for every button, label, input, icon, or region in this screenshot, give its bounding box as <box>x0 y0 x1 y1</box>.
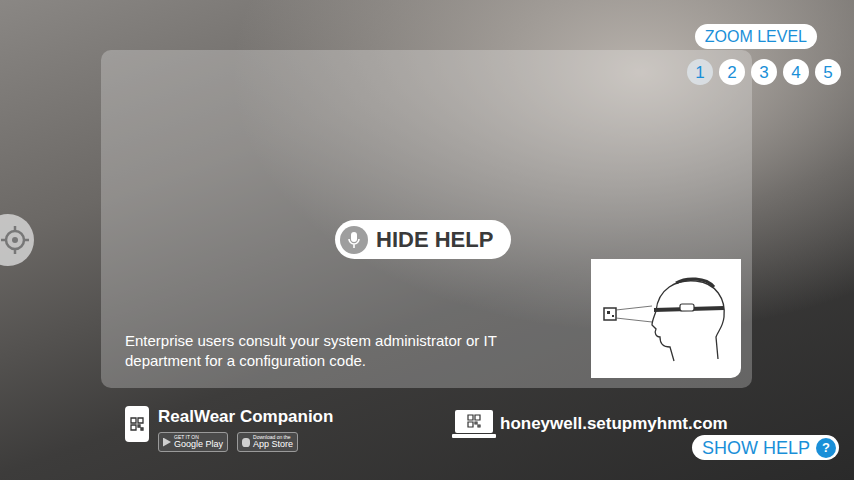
badge-label: App Store <box>253 440 293 449</box>
store-badge[interactable]: Download on theApp Store <box>237 432 298 452</box>
zoom-level-button[interactable]: 1 <box>687 59 713 85</box>
zoom-level-label: 1 <box>695 64 704 81</box>
play-store-icon <box>163 438 171 447</box>
setup-url-section: honeywell.setupmyhmt.com <box>452 409 728 439</box>
zoom-level-button[interactable]: 3 <box>751 59 777 85</box>
store-badge[interactable]: GET IT ONGoogle Play <box>158 432 228 452</box>
zoom-level-label: 5 <box>823 64 832 81</box>
show-help-button[interactable]: SHOW HELP ? <box>692 435 839 460</box>
apple-icon <box>242 438 250 447</box>
zoom-level-label: 4 <box>791 64 800 81</box>
badge-label: Google Play <box>174 440 223 449</box>
help-icon: ? <box>816 438 836 458</box>
monitor-qr-icon <box>452 409 496 439</box>
zoom-control: ZOOM LEVEL 12345 <box>687 24 817 85</box>
help-panel: HIDE HELP Enterprise users consult your … <box>101 50 752 388</box>
headset-illustration-icon <box>591 259 741 378</box>
zoom-level-button[interactable]: 4 <box>783 59 809 85</box>
companion-section: RealWear Companion GET IT ONGoogle Play D… <box>125 406 333 452</box>
zoom-level-label: 2 <box>727 64 736 81</box>
zoom-level-button[interactable]: 5 <box>815 59 841 85</box>
show-help-label: SHOW HELP <box>702 439 810 457</box>
help-message: Enterprise users consult your system adm… <box>125 331 545 371</box>
zoom-level-label: 3 <box>759 64 768 81</box>
zoom-level-button[interactable]: 2 <box>719 59 745 85</box>
companion-title: RealWear Companion <box>158 406 333 428</box>
microphone-icon <box>340 226 368 254</box>
phone-qr-icon <box>125 406 149 442</box>
zoom-level-label: ZOOM LEVEL <box>695 24 817 49</box>
hide-help-button[interactable]: HIDE HELP <box>335 220 511 259</box>
camera-screen: HIDE HELP Enterprise users consult your … <box>0 0 854 480</box>
setup-url: honeywell.setupmyhmt.com <box>500 411 728 437</box>
hide-help-label: HIDE HELP <box>376 229 493 251</box>
